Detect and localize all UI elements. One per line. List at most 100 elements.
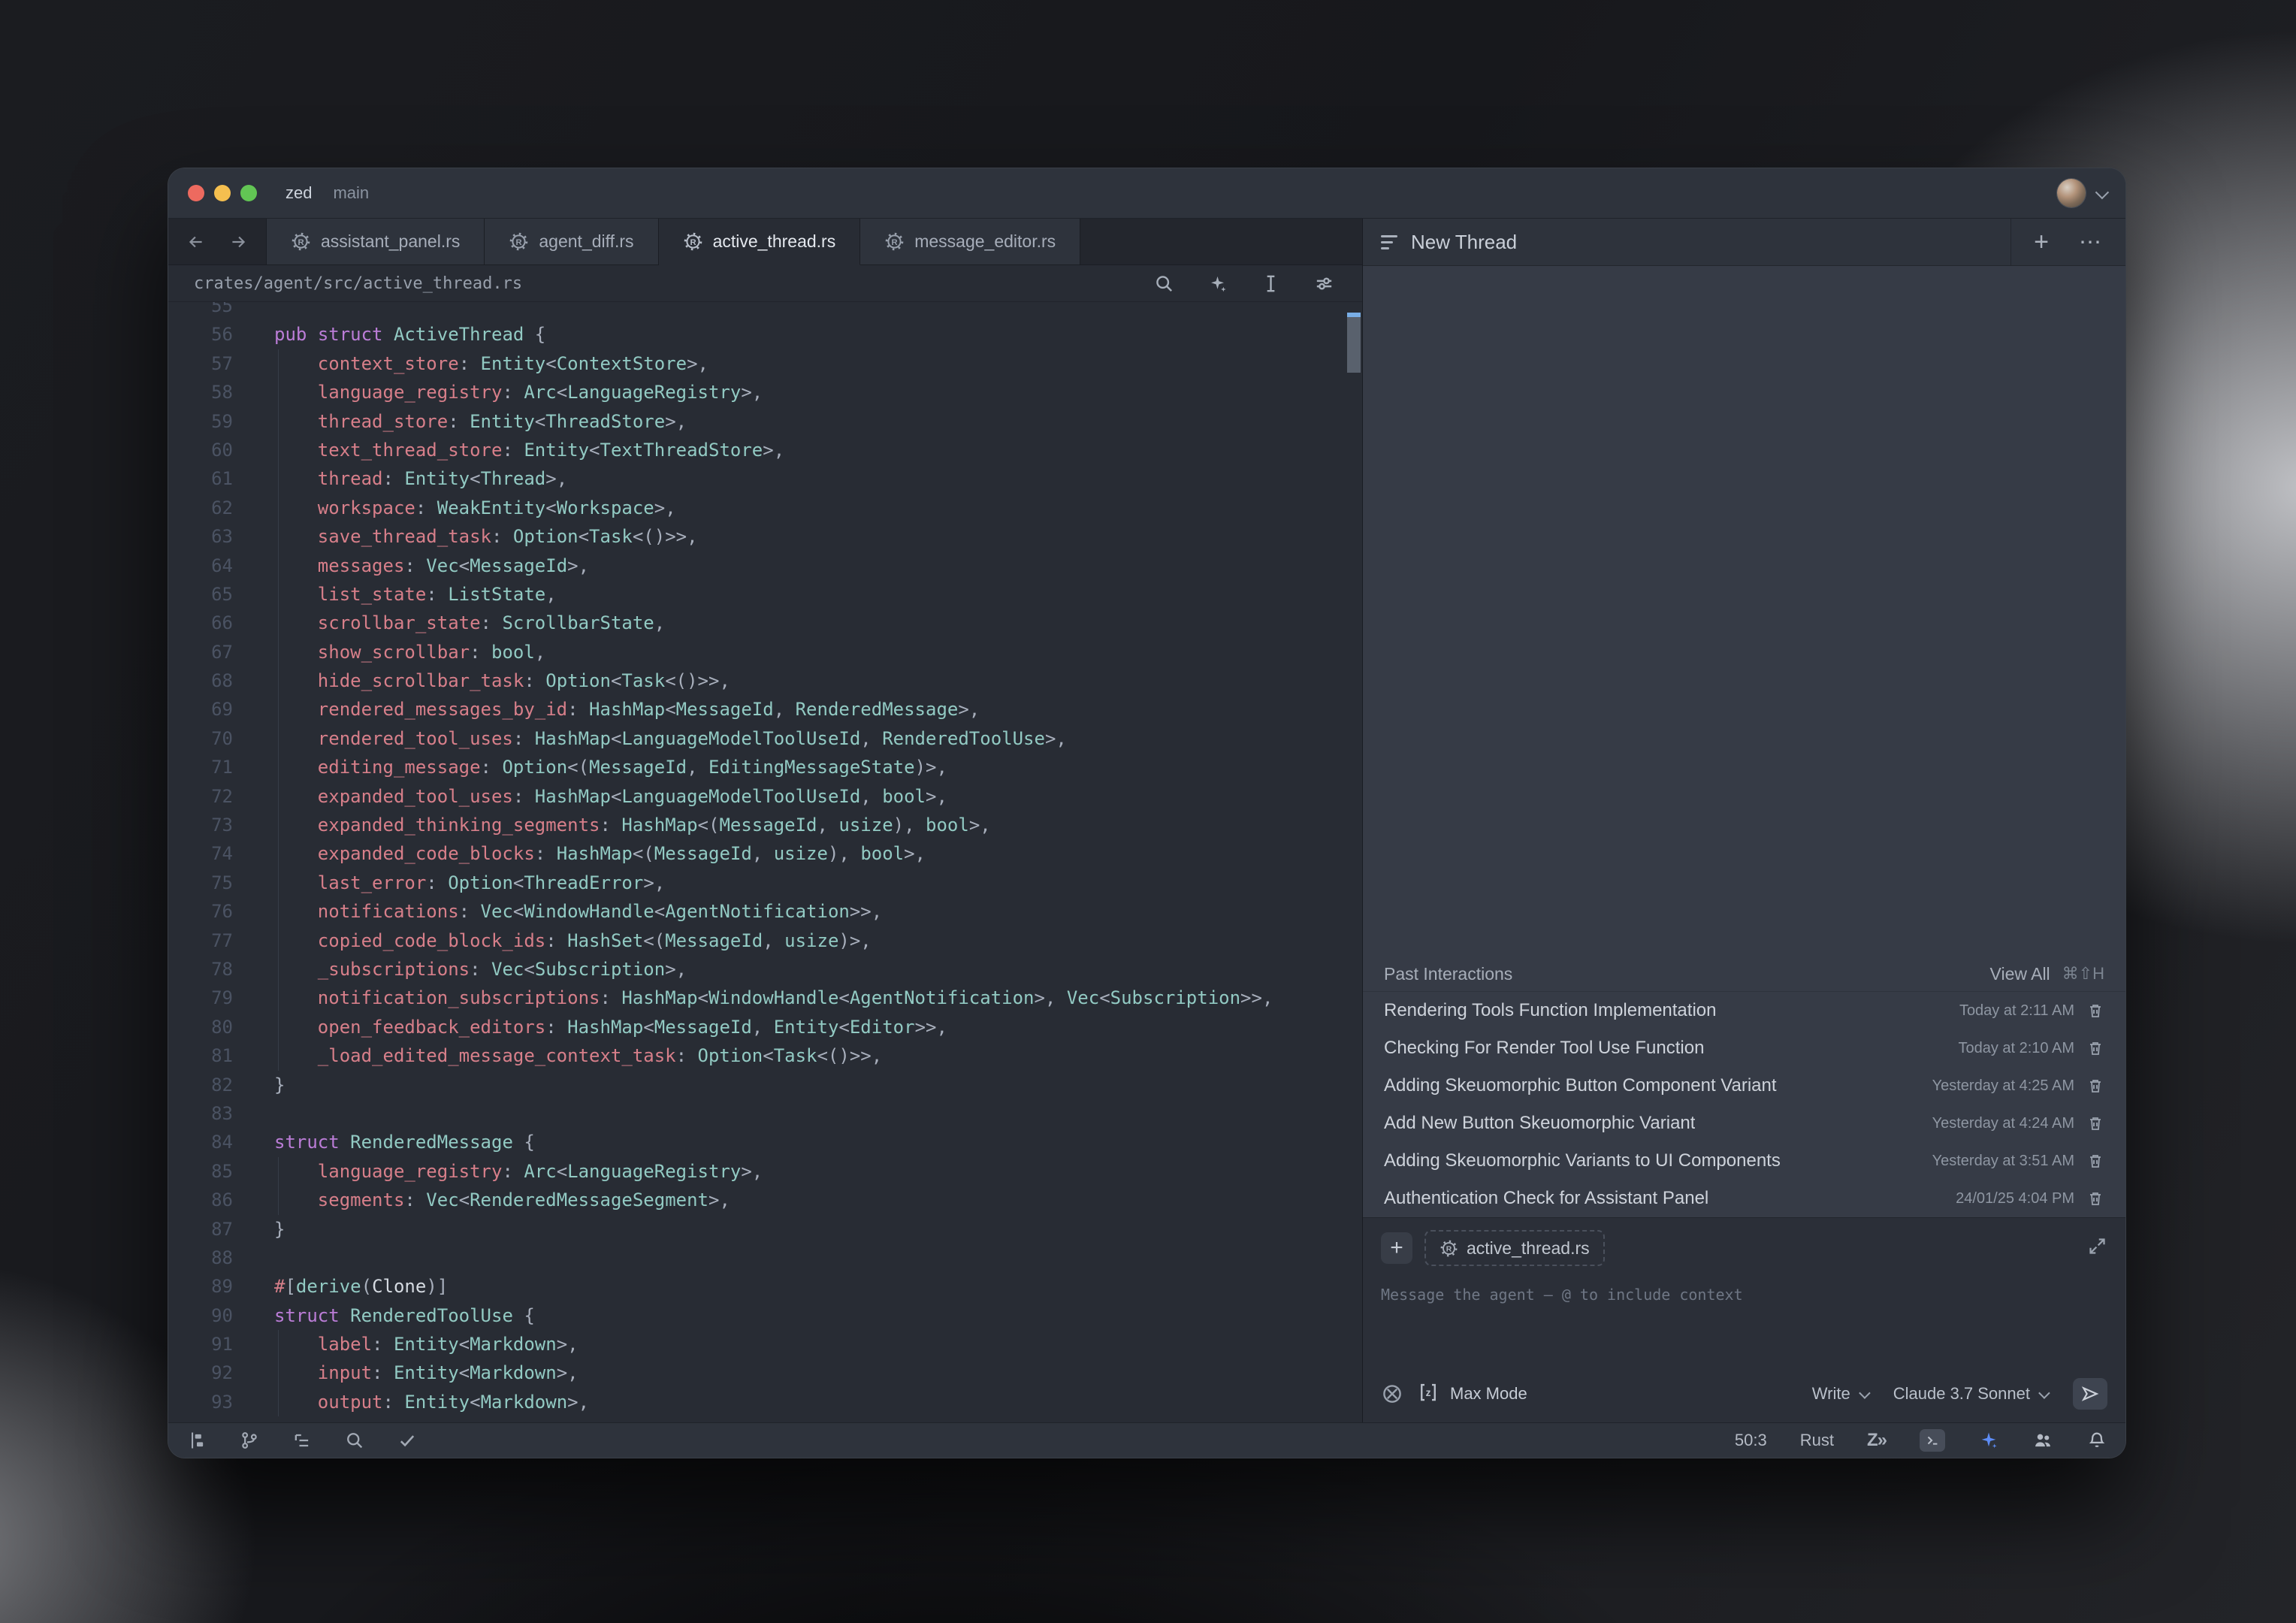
close-window-button[interactable] — [188, 185, 204, 201]
line-number: 65 — [168, 580, 233, 609]
terminal-icon[interactable] — [1920, 1429, 1945, 1452]
thread-menu-icon[interactable] — [1381, 235, 1397, 249]
delete-thread-icon[interactable] — [2086, 1114, 2104, 1132]
svg-text:R: R — [298, 238, 304, 247]
tab-agent_diff.rs[interactable]: Ragent_diff.rs — [485, 219, 658, 265]
user-avatar[interactable] — [2057, 179, 2086, 207]
mode-label: Write — [1812, 1384, 1850, 1404]
tab-assistant_panel.rs[interactable]: Rassistant_panel.rs — [267, 219, 485, 265]
line-number: 87 — [168, 1215, 233, 1244]
code-line-61: 61 thread: Entity<Thread>, — [168, 464, 1362, 493]
past-interactions-heading: Past Interactions — [1384, 964, 1512, 984]
line-number: 64 — [168, 552, 233, 580]
code-line-57: 57 context_store: Entity<ContextStore>, — [168, 349, 1362, 378]
delete-thread-icon[interactable] — [2086, 1152, 2104, 1170]
outline-panel-icon[interactable] — [292, 1430, 313, 1451]
model-selector[interactable]: Claude 3.7 Sonnet — [1893, 1384, 2047, 1404]
navigate-forward-icon[interactable] — [228, 232, 248, 252]
project-panel-icon[interactable] — [186, 1430, 207, 1451]
code-line-71: 71 editing_message: Option<(MessageId, E… — [168, 753, 1362, 781]
editor-scrollbar[interactable] — [1346, 302, 1362, 1422]
window-titlebar[interactable]: zed main — [168, 168, 2125, 219]
delete-thread-icon[interactable] — [2086, 1002, 2104, 1020]
expand-composer-icon[interactable] — [2087, 1236, 2107, 1260]
mode-selector[interactable]: Write — [1812, 1384, 1868, 1404]
code-line-60: 60 text_thread_store: Entity<TextThreadS… — [168, 436, 1362, 464]
minimize-window-button[interactable] — [214, 185, 231, 201]
svg-text:R: R — [1446, 1245, 1452, 1253]
past-interactions-section: Past Interactions View All ⌘⇧H Rendering… — [1363, 957, 2125, 1217]
rust-file-icon: R — [1440, 1239, 1458, 1258]
git-branch-icon[interactable] — [239, 1430, 260, 1451]
message-input[interactable]: Message the agent – @ to include context — [1381, 1286, 2107, 1304]
collaboration-people-icon[interactable] — [2032, 1430, 2053, 1451]
zoom-window-button[interactable] — [240, 185, 257, 201]
burn-mode-icon[interactable] — [1381, 1383, 1403, 1405]
project-name[interactable]: zed — [285, 183, 312, 203]
line-content: input: Entity<Markdown>, — [233, 1359, 579, 1387]
line-content: _load_edited_message_context_task: Optio… — [233, 1041, 882, 1070]
max-mode-label[interactable]: Max Mode — [1450, 1384, 1527, 1404]
diagnostics-check-icon[interactable] — [397, 1430, 418, 1451]
code-line-92: 92 input: Entity<Markdown>, — [168, 1359, 1362, 1387]
ibeam-cursor-icon[interactable] — [1260, 273, 1282, 295]
code-editor[interactable]: 5556pub struct ActiveThread {57 context_… — [168, 302, 1362, 1422]
code-line-55: 55 — [168, 302, 1362, 320]
line-content: output: Entity<Markdown>, — [233, 1388, 589, 1416]
search-icon[interactable] — [1153, 273, 1175, 295]
line-content: _subscriptions: Vec<Subscription>, — [233, 955, 687, 984]
tab-active_thread.rs[interactable]: Ractive_thread.rs — [659, 219, 861, 265]
notifications-bell-icon[interactable] — [2086, 1430, 2107, 1451]
chevron-down-icon — [1859, 1387, 1871, 1399]
zed-predict-icon[interactable]: Z» — [1867, 1430, 1887, 1451]
inline-assist-sparkle-icon[interactable] — [1207, 273, 1228, 295]
code-line-69: 69 rendered_messages_by_id: HashMap<Mess… — [168, 695, 1362, 724]
rust-file-icon: R — [509, 231, 529, 252]
past-interaction-item[interactable]: Add New Button Skeuomorphic VariantYeste… — [1363, 1105, 2125, 1142]
line-content: label: Entity<Markdown>, — [233, 1330, 579, 1359]
svg-text:R: R — [516, 238, 522, 247]
rust-file-icon: R — [291, 231, 311, 252]
line-number: 74 — [168, 839, 233, 868]
code-line-77: 77 copied_code_block_ids: HashSet<(Messa… — [168, 926, 1362, 955]
line-number: 61 — [168, 464, 233, 493]
code-lines: 5556pub struct ActiveThread {57 context_… — [168, 302, 1362, 1422]
interaction-title: Checking For Render Tool Use Function — [1384, 1038, 1704, 1059]
line-content — [233, 1099, 274, 1128]
past-interaction-item[interactable]: Adding Skeuomorphic Button Component Var… — [1363, 1067, 2125, 1105]
new-thread-button[interactable]: + — [2034, 229, 2049, 255]
send-message-button[interactable] — [2073, 1378, 2107, 1410]
past-interaction-item[interactable]: Authentication Check for Assistant Panel… — [1363, 1180, 2125, 1217]
past-interaction-item[interactable]: Adding Skeuomorphic Variants to UI Compo… — [1363, 1142, 2125, 1180]
line-number: 58 — [168, 378, 233, 407]
past-interaction-item[interactable]: Rendering Tools Function ImplementationT… — [1363, 992, 2125, 1029]
editor-scrollbar-thumb[interactable] — [1347, 313, 1361, 373]
line-number: 59 — [168, 407, 233, 436]
delete-thread-icon[interactable] — [2086, 1189, 2104, 1207]
panel-options-button[interactable]: ⋯ — [2079, 229, 2103, 255]
breadcrumb[interactable]: crates/agent/src/active_thread.rs — [194, 274, 522, 293]
past-interaction-item[interactable]: Checking For Render Tool Use FunctionTod… — [1363, 1029, 2125, 1067]
navigate-back-icon[interactable] — [186, 232, 206, 252]
delete-thread-icon[interactable] — [2086, 1039, 2104, 1057]
delete-thread-icon[interactable] — [2086, 1077, 2104, 1095]
interaction-title: Authentication Check for Assistant Panel — [1384, 1188, 1708, 1209]
view-all-link[interactable]: View All — [1990, 964, 2050, 984]
context-chip[interactable]: R active_thread.rs — [1424, 1230, 1605, 1266]
tab-message_editor.rs[interactable]: Rmessage_editor.rs — [860, 219, 1080, 265]
line-number: 57 — [168, 349, 233, 378]
code-line-67: 67 show_scrollbar: bool, — [168, 638, 1362, 666]
add-context-button[interactable]: + — [1381, 1232, 1412, 1264]
editor-settings-sliders-icon[interactable] — [1313, 273, 1335, 295]
code-line-75: 75 last_error: Option<ThreadError>, — [168, 869, 1362, 897]
git-branch-label[interactable]: main — [333, 183, 369, 203]
chevron-down-icon[interactable] — [2095, 185, 2109, 198]
line-number: 69 — [168, 695, 233, 724]
zed-max-mode-icon[interactable]: z — [1417, 1381, 1440, 1407]
assistant-sparkle-icon[interactable] — [1978, 1430, 1999, 1451]
search-icon[interactable] — [344, 1430, 365, 1451]
cursor-position[interactable]: 50:3 — [1735, 1431, 1767, 1450]
language-selector[interactable]: Rust — [1800, 1431, 1834, 1450]
line-content: rendered_messages_by_id: HashMap<Message… — [233, 695, 980, 724]
line-content: messages: Vec<MessageId>, — [233, 552, 589, 580]
